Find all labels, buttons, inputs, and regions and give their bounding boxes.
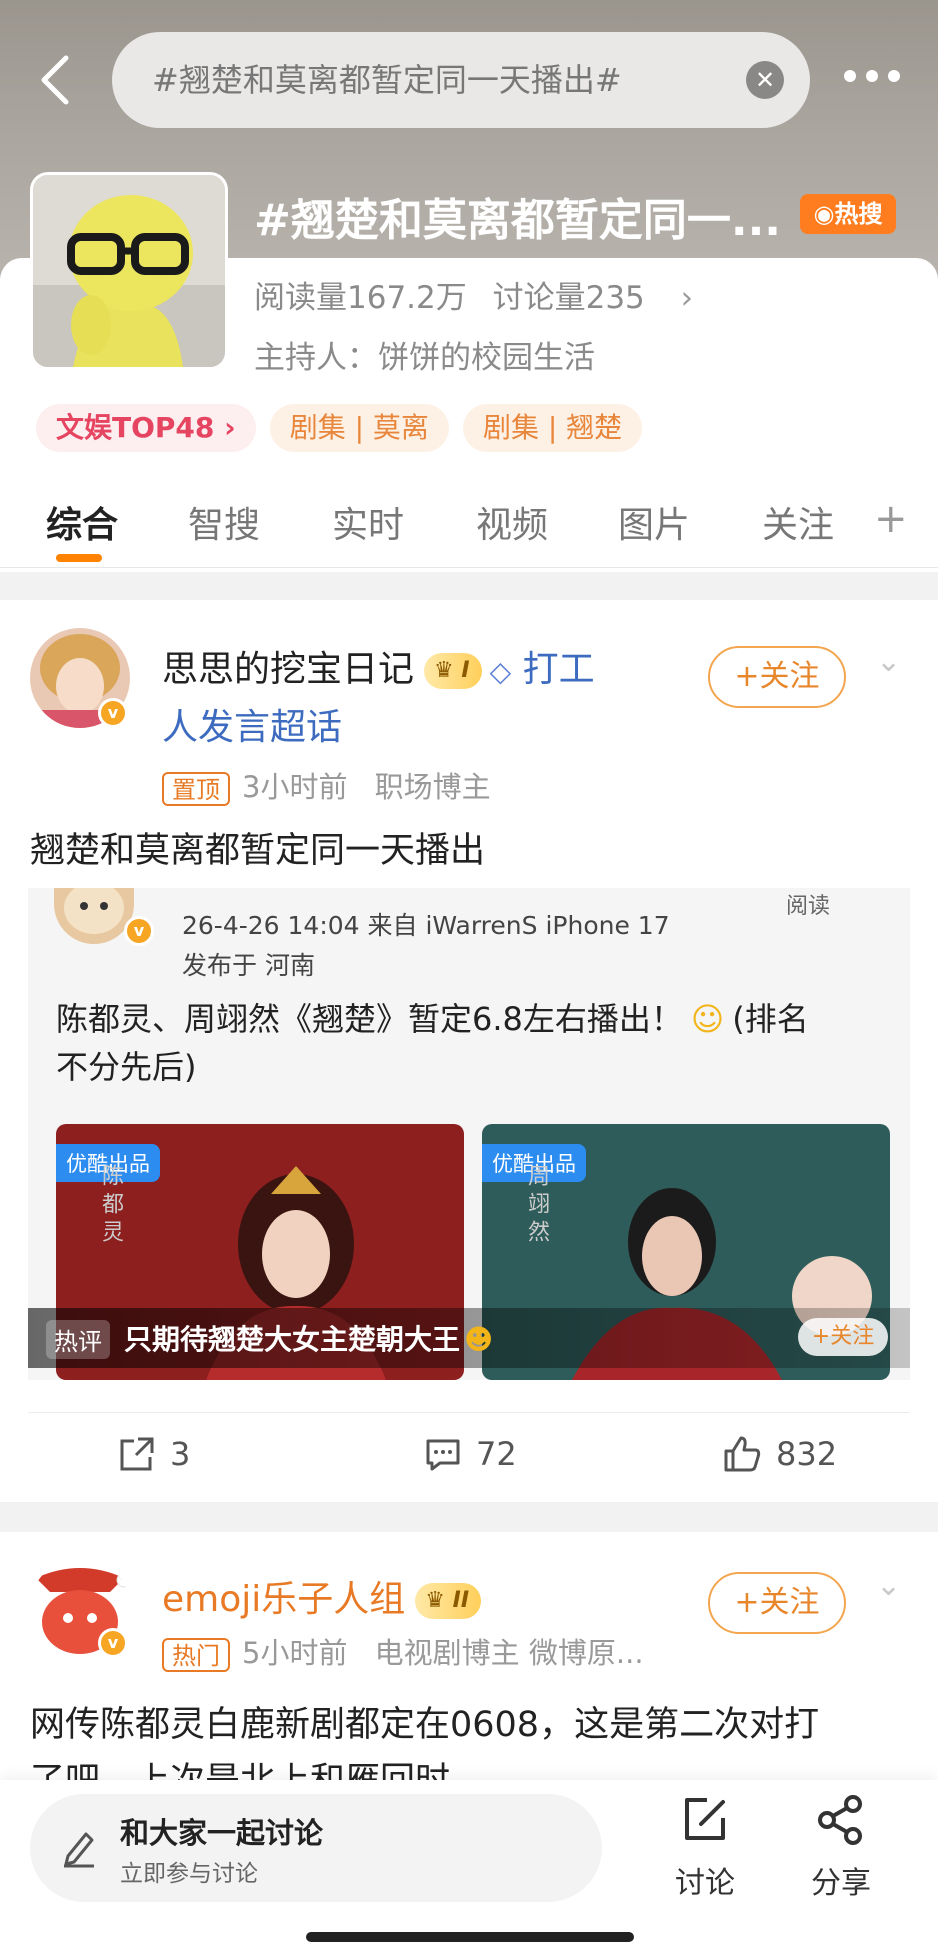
- repost-icon: [120, 1437, 154, 1471]
- post-divider: [0, 1502, 938, 1532]
- chevron-right-icon: ›: [680, 280, 694, 316]
- quoted-text-continued: 不分先后): [56, 1048, 197, 1086]
- tab-video[interactable]: 视频: [476, 496, 548, 548]
- repost-button[interactable]: 3: [118, 1433, 190, 1483]
- comment-button[interactable]: 72: [424, 1433, 517, 1483]
- quoted-avatar: [54, 888, 134, 944]
- topic-stats[interactable]: 阅读量167.2万 讨论量235 ›: [254, 272, 693, 317]
- compose-icon: [685, 1798, 725, 1840]
- post-action-bar: 3 72 832: [28, 1412, 910, 1502]
- supertalk-link-continued[interactable]: 人发言超话: [162, 698, 342, 750]
- hot-comment-text: 只期待翘楚大女主楚朝大王 ☻: [124, 1323, 494, 1356]
- read-label: 阅读: [786, 894, 831, 919]
- tab-realtime[interactable]: 实时: [332, 496, 404, 548]
- post-time: 3小时前: [242, 770, 348, 804]
- thinking-emoji-icon: ☺: [690, 1000, 725, 1038]
- post-source: 电视剧博主 微博原...: [374, 1636, 644, 1670]
- laugh-emoji-icon: ☻: [464, 1323, 494, 1356]
- post-author-name[interactable]: emoji乐子人组 ♛ II: [162, 1570, 482, 1622]
- discuss-button[interactable]: 讨论: [660, 1792, 750, 1902]
- tag-drama-moli[interactable]: 剧集 | 莫离: [269, 404, 449, 452]
- quoted-text: 陈都灵、周翊然《翘楚》暂定6.8左右播出！ ☺ (排名: [56, 1000, 809, 1038]
- search-query[interactable]: #翘楚和莫离都暂定同一天播出#: [152, 32, 692, 128]
- quoted-location: 发布于 河南: [182, 951, 315, 980]
- chevron-left-icon: [41, 55, 69, 105]
- post-text[interactable]: 网传陈都灵白鹿新剧都定在0608，这是第二次对打: [30, 1696, 819, 1747]
- search-bar[interactable]: #翘楚和莫离都暂定同一天播出# ✕: [112, 32, 810, 128]
- hot-icon: ◉: [813, 200, 835, 228]
- post-time: 5小时前: [242, 1636, 348, 1670]
- verified-icon: v: [124, 916, 154, 946]
- bottom-action-bar: 和大家一起讨论 立即参与讨论 讨论 分享: [0, 1780, 938, 1947]
- hot-badge: 热门: [162, 1638, 230, 1672]
- hot-comment-tag: 热评: [46, 1320, 110, 1359]
- verified-icon: v: [98, 1628, 128, 1658]
- embedded-image-card[interactable]: v 阅读 26-4-26 14:04 来自 iWarrenS iPhone 17…: [28, 888, 910, 1380]
- read-count: 阅读量167.2万: [254, 280, 467, 316]
- supertalk-link[interactable]: 打工: [523, 649, 595, 690]
- share-icon: [818, 1795, 862, 1845]
- add-tab-icon[interactable]: +: [874, 496, 908, 542]
- post-meta: 置顶 3小时前 职场博主: [162, 764, 491, 806]
- discussion-input-subtitle: 立即参与讨论: [120, 1861, 258, 1887]
- actor-name-right: 周翊然: [524, 1164, 549, 1248]
- share-button[interactable]: 分享: [796, 1792, 886, 1902]
- tab-comprehensive[interactable]: 综合: [46, 496, 118, 548]
- topic-host[interactable]: 主持人：饼饼的校园生活: [254, 332, 595, 377]
- tag-entertainment-rank[interactable]: 文娱TOP48 ›: [36, 404, 256, 452]
- post-author-name[interactable]: 思思的挖宝日记 ♛ I ◇ 打工: [162, 640, 595, 692]
- topic-cover-image: [30, 172, 228, 370]
- section-divider: [0, 572, 938, 600]
- post-text[interactable]: 翘楚和莫离都暂定同一天播出: [30, 822, 485, 873]
- tag-drama-qiaochu[interactable]: 剧集 | 翘楚: [462, 404, 643, 452]
- follow-button[interactable]: +关注: [708, 1572, 846, 1634]
- back-button[interactable]: [36, 52, 76, 108]
- topic-title: #翘楚和莫离都暂定同一...: [254, 195, 782, 246]
- topic-tags: 文娱TOP48 › 剧集 | 莫离 剧集 | 翘楚: [36, 404, 656, 452]
- diamond-icon: ◇: [489, 654, 512, 688]
- discussion-count: 讨论量235: [492, 280, 645, 316]
- clear-search-icon[interactable]: ✕: [746, 61, 784, 99]
- chevron-down-icon[interactable]: ⌄: [876, 644, 912, 680]
- tab-following[interactable]: 关注: [762, 496, 834, 548]
- pencil-icon: [64, 1832, 94, 1868]
- home-indicator[interactable]: [306, 1932, 634, 1942]
- more-options-icon[interactable]: [844, 70, 900, 82]
- follow-button[interactable]: +关注: [708, 646, 846, 708]
- quoted-time-device: 26-4-26 14:04 来自 iWarrenS iPhone 17: [182, 911, 670, 940]
- discussion-input-title: 和大家一起讨论: [120, 1816, 324, 1850]
- active-tab-indicator: [56, 554, 102, 562]
- tab-smart-search[interactable]: 智搜: [188, 496, 260, 548]
- verified-icon: v: [98, 698, 128, 728]
- post-meta: 热门 5小时前 电视剧博主 微博原...: [162, 1630, 644, 1672]
- post-source: 职场博主: [374, 770, 491, 804]
- mini-follow-button[interactable]: +关注: [798, 1318, 888, 1356]
- thumbs-up-icon: [724, 1436, 761, 1472]
- tab-images[interactable]: 图片: [618, 496, 690, 548]
- tab-bar: 综合 智搜 实时 视频 图片 关注 +: [0, 488, 938, 568]
- crown-level-icon: ♛ I: [424, 653, 482, 689]
- comment-icon: [426, 1439, 460, 1471]
- like-button[interactable]: 832: [722, 1433, 837, 1483]
- chevron-down-icon[interactable]: ⌄: [876, 1568, 912, 1604]
- pinned-badge: 置顶: [162, 772, 230, 806]
- discussion-input[interactable]: 和大家一起讨论 立即参与讨论: [30, 1794, 602, 1902]
- hot-search-badge[interactable]: ◉热搜: [800, 194, 896, 234]
- crown-level-icon: ♛ II: [415, 1583, 482, 1619]
- actor-name-left: 陈都灵: [98, 1164, 123, 1248]
- hot-comment-banner[interactable]: 热评 只期待翘楚大女主楚朝大王 ☻ +关注: [28, 1308, 910, 1368]
